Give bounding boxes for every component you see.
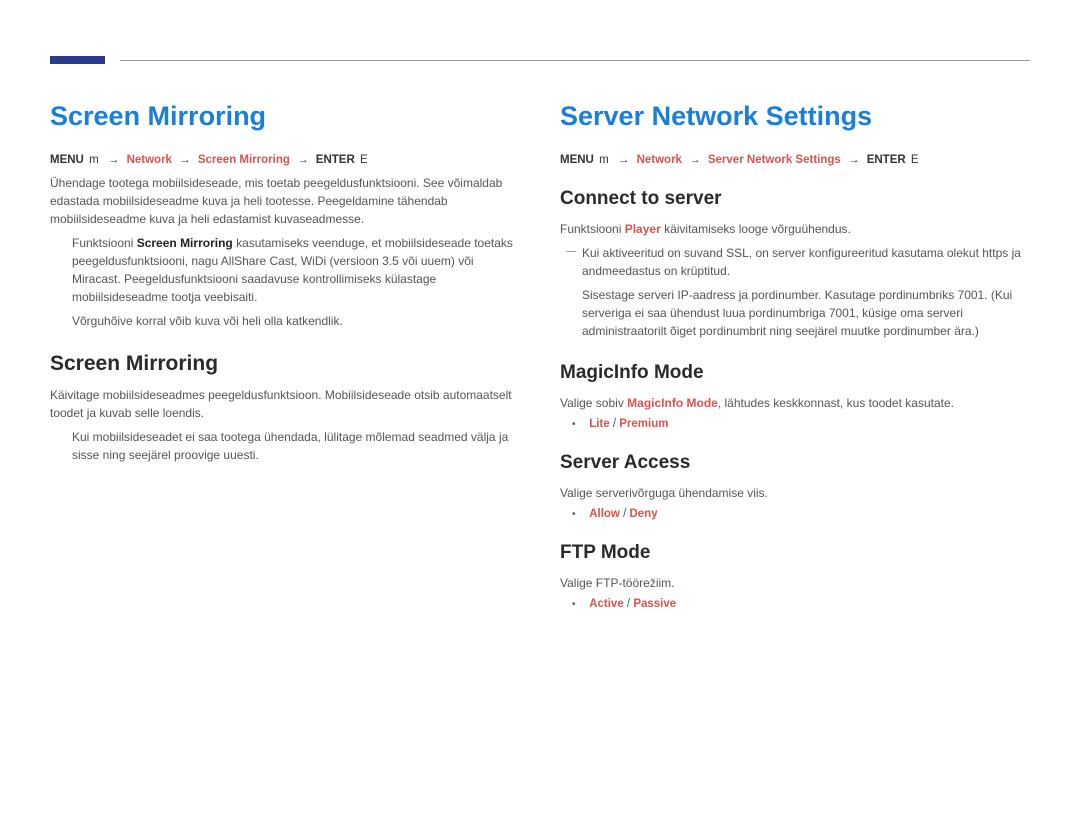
nav-server-network-settings: Server Network Settings <box>708 154 841 166</box>
menu-label: MENU <box>50 154 84 166</box>
note-pre: Funktsiooni <box>72 236 137 250</box>
ssl-pre: Kui aktiveeritud on suvand <box>582 246 726 260</box>
menu-icon: m <box>599 154 609 166</box>
option-premium: Premium <box>619 418 668 430</box>
ssl-note: Kui aktiveeritud on suvand SSL, on serve… <box>560 244 1030 280</box>
arrow-icon: → <box>848 154 860 166</box>
option-active: Active <box>589 598 624 610</box>
connect-post: käivitamiseks looge võrguühendus. <box>661 222 851 236</box>
main-content: Screen Mirroring MENU m → Network → Scre… <box>0 61 1080 616</box>
left-column: Screen Mirroring MENU m → Network → Scre… <box>50 101 520 616</box>
magicinfo-options: • Lite / Premium <box>560 418 1030 430</box>
connect-bold: Player <box>625 222 661 236</box>
server-access-body: Valige serverivõrguga ühendamise viis. <box>560 484 1030 502</box>
enter-label: ENTER <box>316 154 355 166</box>
server-access-options: • Allow / Deny <box>560 508 1030 520</box>
arrow-icon: → <box>179 154 191 166</box>
option-lite: Lite <box>589 418 609 430</box>
enter-icon: E <box>360 154 368 166</box>
ssl-bold: SSL <box>726 246 749 260</box>
https-bold: https <box>982 246 1008 260</box>
magicinfo-body: Valige sobiv MagicInfo Mode, lähtudes ke… <box>560 394 1030 412</box>
bullet-icon: • <box>572 419 586 430</box>
arrow-icon: → <box>108 154 120 166</box>
ftp-mode-heading: FTP Mode <box>560 542 1030 564</box>
ip-port-note: Sisestage serveri IP-aadress ja pordinum… <box>560 286 1030 340</box>
note-bold: Screen Mirroring <box>137 236 233 250</box>
server-access-heading: Server Access <box>560 452 1030 474</box>
intro-paragraph: Ühendage tootega mobiilsideseade, mis to… <box>50 174 520 228</box>
mi-pre: Valige sobiv <box>560 396 627 410</box>
sub-body: Käivitage mobiilsideseadmes peegeldusfun… <box>50 386 520 422</box>
menu-label: MENU <box>560 154 594 166</box>
magicinfo-mode-heading: MagicInfo Mode <box>560 362 1030 384</box>
arrow-icon: → <box>618 154 630 166</box>
sub-note: Kui mobiilsideseadet ei saa tootega ühen… <box>50 428 520 464</box>
option-deny: Deny <box>629 508 657 520</box>
nav-screen-mirroring: Screen Mirroring <box>198 154 290 166</box>
nav-network: Network <box>637 154 682 166</box>
note-network-load: Võrguhõive korral võib kuva või heli oll… <box>50 312 520 330</box>
mi-post: , lähtudes keskkonnast, kus toodet kasut… <box>718 396 954 410</box>
option-sep: / <box>624 598 634 610</box>
ssl-mid: , on server konfigureeritud kasutama ole… <box>749 246 982 260</box>
enter-icon: E <box>911 154 919 166</box>
arrow-icon: → <box>689 154 701 166</box>
option-allow: Allow <box>589 508 620 520</box>
note-mirroring-support: Funktsiooni Screen Mirroring kasutamisek… <box>50 234 520 306</box>
option-sep: / <box>610 418 620 430</box>
header-rule <box>120 60 1030 61</box>
arrow-icon: → <box>297 154 309 166</box>
right-column: Server Network Settings MENU m → Network… <box>560 101 1030 616</box>
ftp-body: Valige FTP-töörežiim. <box>560 574 1030 592</box>
screen-mirroring-subheading: Screen Mirroring <box>50 352 520 376</box>
connect-body: Funktsiooni Player käivitamiseks looge v… <box>560 220 1030 238</box>
bullet-icon: • <box>572 509 586 520</box>
enter-label: ENTER <box>867 154 906 166</box>
breadcrumb-left: MENU m → Network → Screen Mirroring → EN… <box>50 154 520 166</box>
screen-mirroring-title: Screen Mirroring <box>50 101 520 132</box>
breadcrumb-right: MENU m → Network → Server Network Settin… <box>560 154 1030 166</box>
bullet-icon: • <box>572 599 586 610</box>
nav-network: Network <box>127 154 172 166</box>
option-passive: Passive <box>633 598 676 610</box>
server-network-settings-title: Server Network Settings <box>560 101 1030 132</box>
ftp-options: • Active / Passive <box>560 598 1030 610</box>
menu-icon: m <box>89 154 99 166</box>
connect-pre: Funktsiooni <box>560 222 625 236</box>
connect-to-server-heading: Connect to server <box>560 188 1030 210</box>
mi-bold: MagicInfo Mode <box>627 396 718 410</box>
